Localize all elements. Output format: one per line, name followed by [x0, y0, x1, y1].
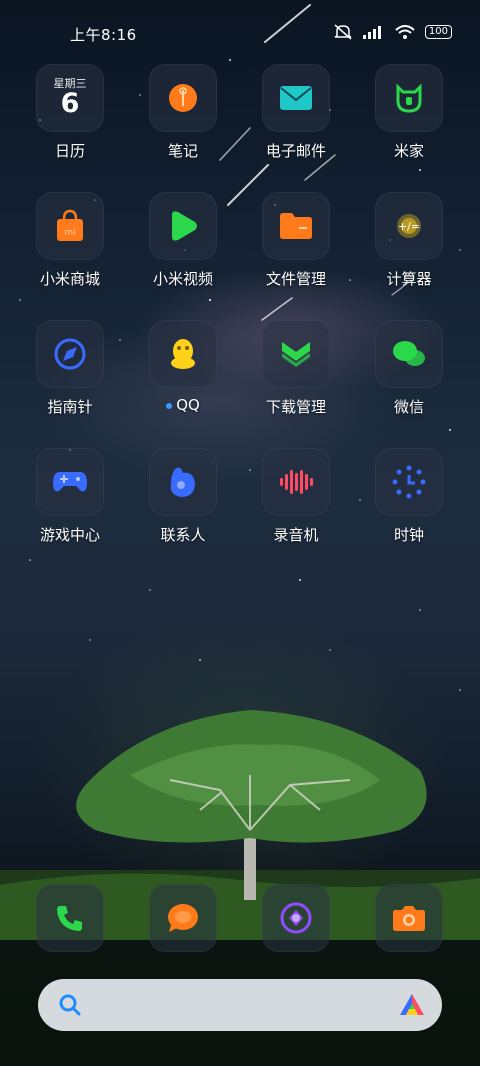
dock-phone[interactable]	[14, 884, 126, 952]
app-label: 下载管理	[265, 398, 326, 416]
app-label: 电子邮件	[265, 142, 326, 160]
app-xiaomi-video[interactable]: 小米视频	[127, 192, 239, 289]
calendar-day: 6	[60, 88, 80, 119]
dock-browser[interactable]	[240, 884, 352, 952]
folder-icon	[262, 192, 330, 260]
qq-penguin-icon	[149, 320, 217, 388]
camera-icon	[375, 884, 443, 952]
app-contacts[interactable]: 联系人	[127, 448, 239, 545]
signal-icon	[362, 26, 381, 39]
contacts-icon	[149, 448, 217, 516]
email-icon	[262, 64, 330, 132]
app-clock[interactable]: 时钟	[353, 448, 465, 545]
app-label: 文件管理	[265, 270, 326, 288]
dock-camera[interactable]	[353, 884, 465, 952]
browser-icon	[262, 884, 330, 952]
app-label-text: QQ	[176, 396, 200, 414]
app-label: 微信	[393, 398, 424, 416]
soundwave-icon	[262, 448, 330, 516]
app-mijia[interactable]: 米家	[353, 64, 465, 161]
app-label: QQ	[127, 396, 239, 414]
phone-icon	[36, 884, 104, 952]
app-xiaomi-mall[interactable]: mi 小米商城	[14, 192, 126, 289]
status-time: 上午8:16	[70, 26, 137, 44]
messages-icon	[149, 884, 217, 952]
app-game-center[interactable]: 游戏中心	[14, 448, 126, 545]
mijia-icon	[375, 64, 443, 132]
shopping-bag-icon: mi	[36, 192, 104, 260]
battery-indicator: 100	[424, 25, 452, 39]
dock	[0, 884, 480, 964]
video-play-icon	[149, 192, 217, 260]
wifi-icon	[395, 25, 415, 39]
download-icon	[262, 320, 330, 388]
app-label: 笔记	[167, 142, 198, 160]
app-recorder[interactable]: 录音机	[240, 448, 352, 545]
new-install-dot	[166, 402, 173, 409]
app-file-manager[interactable]: 文件管理	[240, 192, 352, 289]
calculator-icon: +/=	[375, 192, 443, 260]
app-label: 日历	[54, 142, 85, 160]
gamepad-icon	[36, 448, 104, 516]
clock-icon	[375, 448, 443, 516]
app-notes[interactable]: 笔记	[127, 64, 239, 161]
search-bar[interactable]	[38, 979, 442, 1031]
app-label: 指南针	[47, 398, 93, 416]
assistant-icon[interactable]	[398, 991, 426, 1019]
app-label: 联系人	[160, 526, 206, 544]
app-compass[interactable]: 指南针	[14, 320, 126, 417]
svg-text:+/=: +/=	[398, 220, 420, 233]
dock-messages[interactable]	[127, 884, 239, 952]
app-qq[interactable]: QQ	[127, 320, 239, 414]
svg-text:mi: mi	[64, 228, 75, 238]
app-label: 米家	[393, 142, 424, 160]
wechat-icon	[375, 320, 443, 388]
app-email[interactable]: 电子邮件	[240, 64, 352, 161]
app-calculator[interactable]: +/= 计算器	[353, 192, 465, 289]
status-bar: 上午8:16 100	[0, 0, 480, 64]
app-calendar[interactable]: 星期三 6 日历	[14, 64, 126, 161]
mute-icon	[334, 24, 352, 40]
app-label: 游戏中心	[39, 526, 100, 544]
app-label: 计算器	[386, 270, 432, 288]
status-icons: 100	[333, 24, 452, 40]
calendar-weekday: 星期三	[53, 77, 87, 90]
notes-icon	[149, 64, 217, 132]
app-label: 时钟	[393, 526, 424, 544]
search-icon	[59, 994, 81, 1016]
app-download-manager[interactable]: 下载管理	[240, 320, 352, 417]
app-label: 录音机	[273, 526, 319, 544]
compass-icon	[36, 320, 104, 388]
app-label: 小米商城	[39, 270, 100, 288]
app-label: 小米视频	[152, 270, 213, 288]
calendar-icon: 星期三 6	[36, 64, 104, 132]
app-wechat[interactable]: 微信	[353, 320, 465, 417]
